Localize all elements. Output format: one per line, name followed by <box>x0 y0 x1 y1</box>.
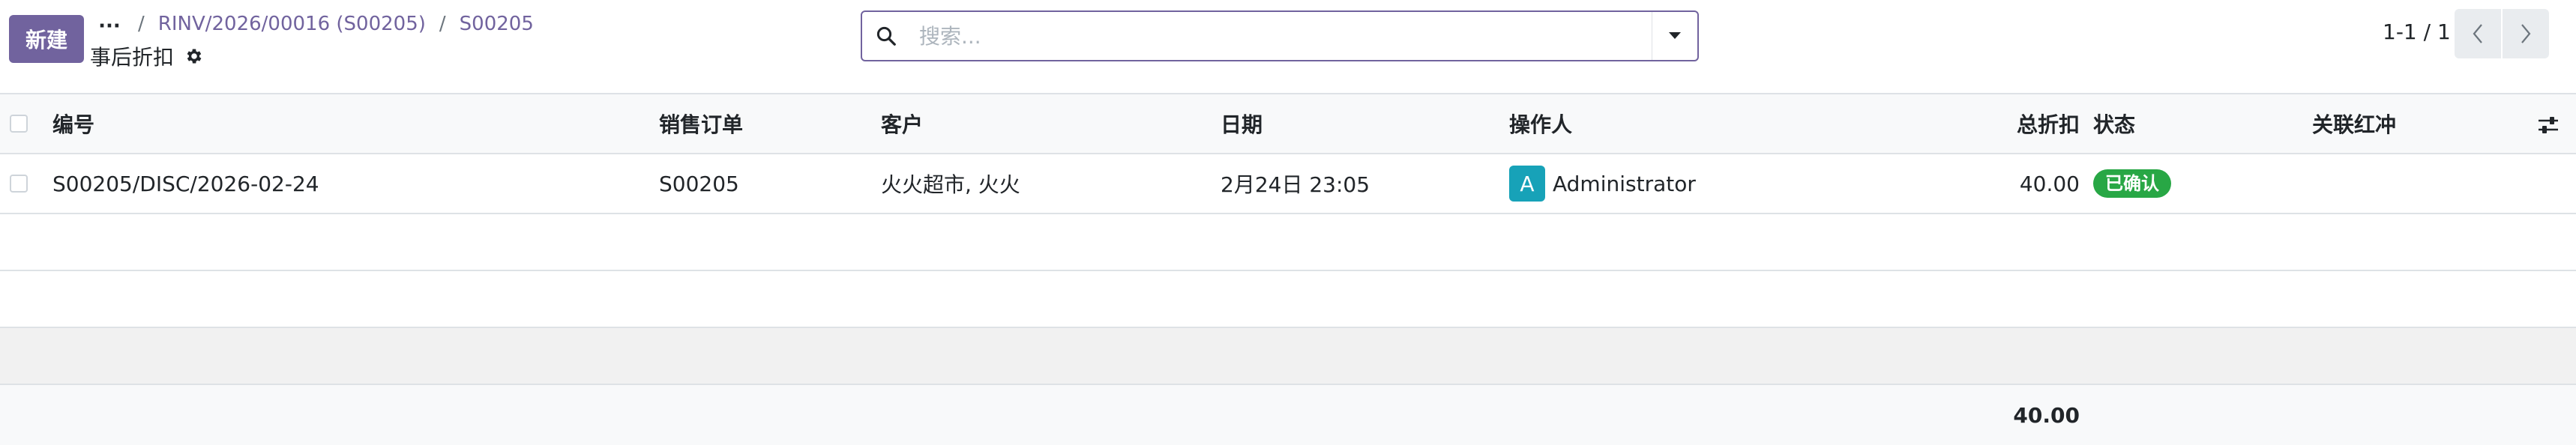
column-header-sale-order[interactable]: 销售订单 <box>659 94 743 153</box>
pager-previous-button[interactable] <box>2455 9 2501 58</box>
table-row[interactable]: S00205/DISC/2026-02-24 S00205 火火超市, 火火 2… <box>0 154 2576 214</box>
column-header-linked-reversal[interactable]: 关联红冲 <box>2312 94 2396 153</box>
column-header-customer[interactable]: 客户 <box>881 94 923 153</box>
operator-name: Administrator <box>1553 171 1696 196</box>
more-actions-button[interactable]: ··· <box>96 15 123 37</box>
search-input[interactable] <box>910 13 1652 58</box>
pager-value[interactable]: 1-1 / 1 <box>2383 19 2451 44</box>
column-header-operator[interactable]: 操作人 <box>1509 94 1572 153</box>
empty-row <box>0 271 2576 328</box>
empty-row <box>0 214 2576 271</box>
breadcrumb: / RINV/2026/00016 (S00205) / S00205 <box>135 10 534 37</box>
breadcrumb-separator: / <box>439 13 446 35</box>
status-badge: 已确认 <box>2093 169 2171 198</box>
cell-number: S00205/DISC/2026-02-24 <box>52 171 319 196</box>
chevron-left-icon <box>2473 24 2482 43</box>
avatar: A <box>1509 166 1545 202</box>
caret-down-icon <box>1669 32 1681 39</box>
row-checkbox[interactable] <box>10 175 28 193</box>
column-header-date[interactable]: 日期 <box>1221 94 1263 153</box>
chevron-right-icon <box>2521 24 2531 43</box>
column-header-number[interactable]: 编号 <box>52 94 94 153</box>
sliders-icon[interactable] <box>2536 112 2561 138</box>
gear-icon[interactable] <box>184 46 204 66</box>
new-button[interactable]: 新建 <box>9 15 84 63</box>
list-table: 编号 销售订单 客户 日期 操作人 总折扣 状态 关联红冲 S00205/DIS… <box>0 93 2576 445</box>
search-options-toggle[interactable] <box>1652 12 1697 60</box>
pager-next-button[interactable] <box>2503 9 2549 58</box>
footer-total-discount: 40.00 <box>2013 402 2080 428</box>
breadcrumb-item-invoice[interactable]: RINV/2026/00016 (S00205) <box>158 13 426 35</box>
page-title-wrap: 事后折扣 <box>90 42 204 70</box>
cell-status: 已确认 <box>2093 154 2171 213</box>
column-header-total-discount[interactable]: 总折扣 <box>1949 94 2080 153</box>
column-header-status[interactable]: 状态 <box>2093 94 2135 153</box>
cell-total-discount: 40.00 <box>2019 171 2080 196</box>
breadcrumb-item-sale-order[interactable]: S00205 <box>460 13 534 35</box>
select-all-checkbox[interactable] <box>10 115 28 133</box>
table-header-row: 编号 销售订单 客户 日期 操作人 总折扣 状态 关联红冲 <box>0 94 2576 154</box>
search-box <box>861 10 1699 61</box>
cell-sale-order: S00205 <box>659 171 739 196</box>
empty-row <box>0 328 2576 385</box>
page-title: 事后折扣 <box>90 45 175 70</box>
table-footer-row: 40.00 <box>0 385 2576 445</box>
cell-date: 2月24日 23:05 <box>1221 172 1370 197</box>
search-icon[interactable] <box>862 12 910 60</box>
breadcrumb-separator: / <box>138 13 145 35</box>
cell-operator: A Administrator <box>1509 154 1696 213</box>
cell-customer: 火火超市, 火火 <box>881 172 1020 197</box>
